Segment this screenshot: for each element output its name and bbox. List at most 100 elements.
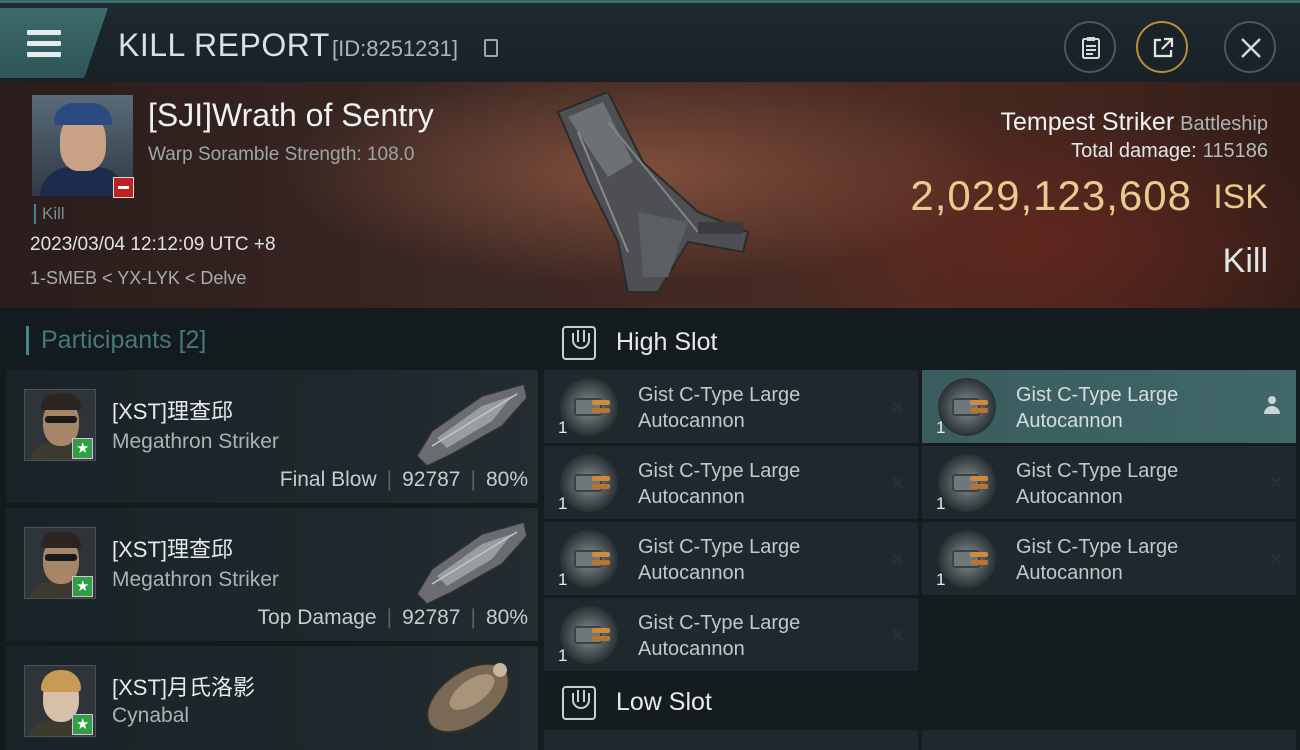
participant-stats: Top Damage | 92787 | 80% (258, 606, 528, 630)
module-quantity: 1 (558, 570, 568, 589)
destroyed-marker-icon: × (891, 546, 904, 571)
kill-datetime: 2023/03/04 12:12:09 UTC +8 (30, 234, 276, 255)
participant-damage: 92787 (402, 606, 461, 629)
low-slot-icon (562, 686, 596, 720)
participant-damage-percent: 80% (485, 606, 528, 629)
header-bar: KILL REPORT [ID:8251231] (0, 0, 1300, 82)
avatar-hair (41, 670, 81, 692)
module-name: Gist C-Type Large Autocannon (638, 458, 858, 510)
participant-name[interactable]: [XST]理查邱 (112, 532, 233, 564)
high-slot-icon (562, 326, 596, 360)
high-slot-label: High Slot (616, 328, 718, 356)
avatar-glasses (45, 416, 77, 423)
low-slot-module-peek[interactable] (544, 730, 918, 750)
stats-separator: | (386, 606, 393, 629)
module-name-line1: Gist C-Type Large (1016, 384, 1179, 406)
module-name-line2: Autocannon (638, 638, 745, 660)
destroyed-marker-icon: × (1269, 470, 1282, 495)
module-quantity: 1 (936, 494, 946, 513)
clipboard-icon (1082, 37, 1100, 59)
participant-ship-image[interactable] (412, 514, 532, 606)
module-name-line1: Gist C-Type Large (1016, 536, 1179, 558)
share-button[interactable] (1136, 21, 1188, 73)
module-name-line1: Gist C-Type Large (638, 460, 801, 482)
clipboard-button[interactable] (1064, 21, 1116, 73)
module-slot[interactable]: 1 Gist C-Type Large Autocannon × (922, 522, 1296, 595)
participant-damage: 92787 (402, 468, 461, 491)
page-title: KILL REPORT (118, 27, 330, 63)
module-quantity: 1 (558, 418, 568, 437)
victim-name[interactable]: [SJI]Wrath of Sentry (148, 97, 434, 134)
victim-banner: [SJI]Wrath of Sentry Warp Soramble Stren… (0, 82, 1300, 308)
module-name-line1: Gist C-Type Large (638, 384, 801, 406)
report-id: [ID:8251231] (332, 36, 458, 61)
autocannon-icon (560, 606, 618, 664)
warp-scramble-strength: Warp Soramble Strength: 108.0 (148, 144, 415, 165)
participant-card[interactable]: [XST]理查邱 Megathron Striker Final Blow | … (6, 370, 538, 503)
participant-card[interactable]: [XST]理查邱 Megathron Striker Top Damage | … (6, 508, 538, 641)
participant-name[interactable]: [XST]理查邱 (112, 394, 233, 426)
share-icon (1153, 37, 1174, 58)
module-name-line2: Autocannon (638, 410, 745, 432)
module-name-line2: Autocannon (638, 486, 745, 508)
module-name: Gist C-Type Large Autocannon (1016, 534, 1236, 586)
participant-ship: Megathron Striker (112, 568, 279, 591)
participant-ship: Cynabal (112, 704, 190, 727)
victim-ship-image[interactable] (548, 92, 758, 302)
destroyed-marker-icon: × (1269, 546, 1282, 571)
module-name: Gist C-Type Large Autocannon (1016, 382, 1236, 434)
close-icon (1241, 38, 1261, 58)
participant-card[interactable]: [XST]月氏洛影 Cynabal (6, 646, 538, 750)
module-name-line2: Autocannon (1016, 410, 1123, 432)
module-quantity: 1 (558, 646, 568, 665)
module-slot[interactable]: 1 Gist C-Type Large Autocannon × (922, 446, 1296, 519)
autocannon-icon (560, 530, 618, 588)
copy-id-icon[interactable] (484, 39, 498, 57)
module-name-line1: Gist C-Type Large (638, 612, 801, 634)
low-slot-label: Low Slot (616, 688, 712, 716)
module-quantity: 1 (936, 570, 946, 589)
total-damage-label: Total damage: (1071, 140, 1197, 162)
module-slot[interactable]: 1 Gist C-Type Large Autocannon × (544, 370, 918, 443)
participant-name[interactable]: [XST]月氏洛影 (112, 670, 255, 702)
participants-count: [2] (178, 326, 207, 354)
person-icon (1264, 396, 1280, 414)
kill-location[interactable]: 1-SMEB < YX-LYK < Delve (30, 268, 246, 289)
menu-icon-bar (27, 52, 61, 57)
total-damage-value: 115186 (1202, 140, 1268, 162)
module-quantity: 1 (558, 494, 568, 513)
module-slot-selected[interactable]: 1 Gist C-Type Large Autocannon (922, 370, 1296, 443)
participant-ship-image[interactable] (412, 376, 532, 468)
module-quantity: 1 (936, 418, 946, 437)
isk-unit: ISK (1213, 178, 1268, 216)
participant-stats: Final Blow | 92787 | 80% (280, 468, 528, 492)
module-name-line1: Gist C-Type Large (1016, 460, 1179, 482)
module-slot[interactable]: 1 Gist C-Type Large Autocannon × (544, 446, 918, 519)
menu-button[interactable] (0, 8, 108, 78)
low-slot-module-peek[interactable] (922, 730, 1296, 750)
destroyed-marker-icon: × (891, 394, 904, 419)
module-name: Gist C-Type Large Autocannon (638, 382, 858, 434)
participant-damage-percent: 80% (485, 468, 528, 491)
top-damage-tag: Top Damage (257, 606, 377, 629)
participants-title: Participants (41, 326, 172, 354)
participants-panel: Participants [2] [XST]理查邱 Megathron Stri… (0, 308, 540, 750)
final-blow-tag: Final Blow (279, 468, 377, 491)
fitting-panel: High Slot 1 Gist C-Type Large Autocannon … (540, 308, 1300, 750)
ship-type[interactable]: Tempest Striker Battleship (1000, 108, 1268, 137)
module-slot[interactable]: 1 Gist C-Type Large Autocannon × (544, 598, 918, 671)
autocannon-icon (938, 378, 996, 436)
ship-name: Tempest Striker (1000, 108, 1175, 136)
total-damage: Total damage: 115186 (1071, 140, 1268, 163)
ally-star-icon (72, 576, 93, 597)
module-slot[interactable]: 1 Gist C-Type Large Autocannon × (544, 522, 918, 595)
module-name-line1: Gist C-Type Large (638, 536, 801, 558)
close-button[interactable] (1224, 21, 1276, 73)
destroyed-marker-icon: × (891, 622, 904, 647)
module-name: Gist C-Type Large Autocannon (1016, 458, 1236, 510)
kill-result: Kill (1222, 242, 1268, 280)
kill-tag: Kill (34, 204, 65, 224)
module-name-line2: Autocannon (1016, 486, 1123, 508)
participant-ship-image[interactable] (410, 650, 530, 742)
avatar-hair (41, 532, 81, 548)
